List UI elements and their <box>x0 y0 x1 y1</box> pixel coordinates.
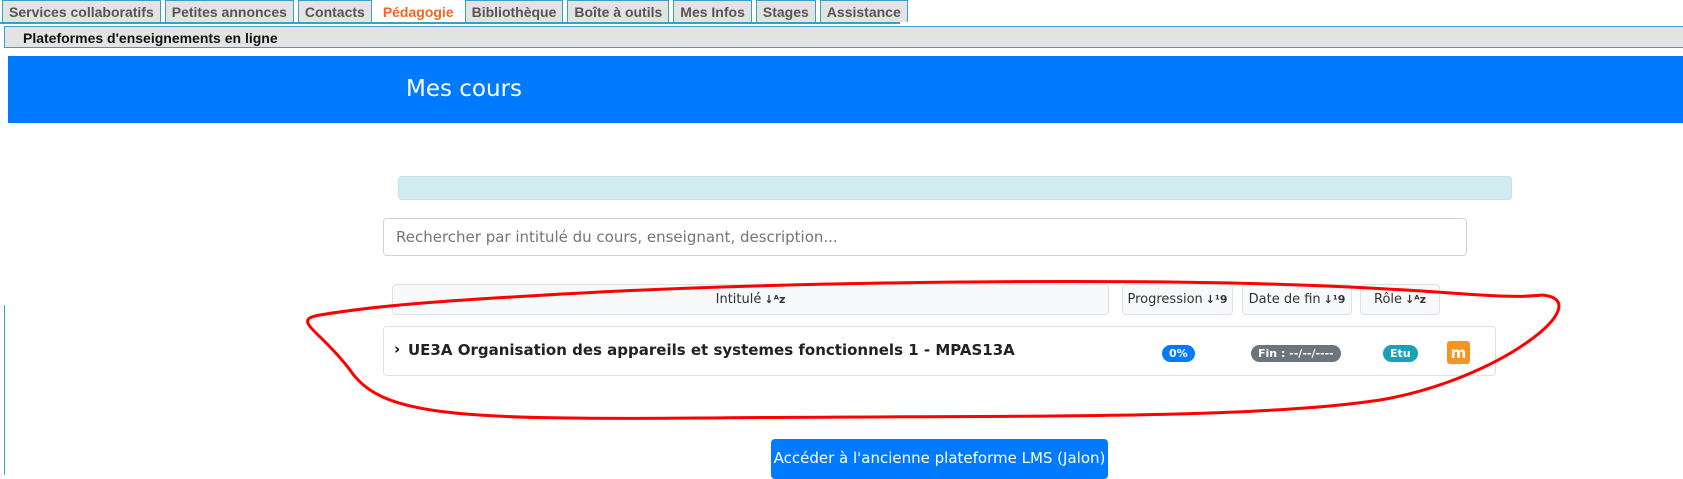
old-platform-button[interactable]: Accéder à l'ancienne plateforme LMS (Jal… <box>771 439 1108 479</box>
red-annotation-circle <box>306 279 1561 420</box>
